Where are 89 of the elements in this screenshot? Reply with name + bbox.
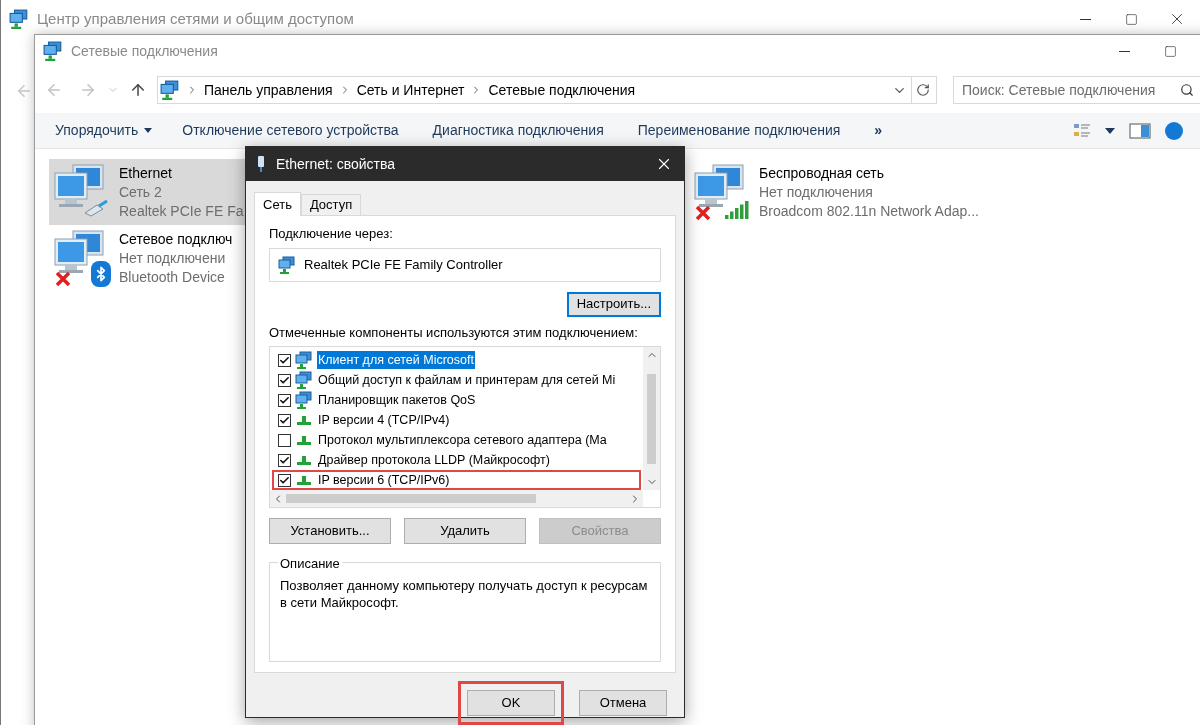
component-label[interactable]: Драйвер протокола LLDP (Майкрософт) — [317, 450, 551, 470]
tab[interactable]: Доступ — [300, 194, 362, 215]
component-label[interactable]: Планировщик пакетов QoS — [317, 390, 477, 410]
caret-icon[interactable] — [1105, 127, 1115, 134]
adapter-name: Realtek PCIe FE Fa — [119, 201, 244, 221]
connection-status: Нет подключения — [759, 182, 874, 202]
protocol-icon — [295, 414, 313, 426]
minimize-icon — [1118, 50, 1130, 52]
maximize-icon — [1163, 44, 1177, 58]
section-label: Подключение через: — [269, 225, 394, 243]
dialog-button[interactable]: OK — [467, 690, 555, 716]
back-icon[interactable] — [45, 81, 63, 99]
list-row[interactable]: Протокол мультиплексора сетевого адаптера (Ма — [272, 430, 641, 450]
bluetooth-icon — [91, 261, 111, 287]
list-row[interactable]: Драйвер протокола LLDP (Майкрософт) — [272, 450, 641, 470]
search-icon — [1180, 83, 1194, 97]
window-title: Центр управления сетями и общим доступом — [37, 8, 354, 29]
toolbar-button[interactable]: Диагностика подключения — [432, 120, 604, 141]
component-label[interactable]: Клиент для сетей Microsoft — [317, 350, 475, 370]
adapter-name: Realtek PCIe FE Family Controller — [304, 255, 503, 274]
list-row[interactable]: Планировщик пакетов QoS — [272, 390, 641, 410]
network-icon — [160, 80, 180, 100]
maximize-icon — [1124, 12, 1138, 26]
protocol-icon — [295, 474, 313, 486]
organize-menu[interactable]: Упорядочить — [55, 120, 153, 141]
toolbar-button[interactable]: Отключение сетевого устройства — [182, 120, 399, 141]
tab[interactable]: Сеть — [254, 192, 301, 216]
toolbar-button[interactable]: Переименование подключения — [637, 120, 841, 141]
connection-status: Нет подключени — [119, 248, 227, 268]
connection-item[interactable]: Беспроводная сеть Нет подключения Broadcom 802.11n Network Adap... — [689, 159, 989, 225]
dialog-button[interactable]: Отмена — [579, 690, 667, 716]
refresh-icon[interactable] — [916, 83, 930, 97]
network-icon — [278, 255, 296, 274]
adapter-name: Broadcom 802.11n Network Adap... — [759, 201, 979, 221]
search-input[interactable]: Поиск: Сетевые подключения — [962, 79, 1180, 101]
computers-icon — [693, 163, 747, 209]
computers-icon — [53, 163, 107, 209]
list-row[interactable]: Общий доступ к файлам и принтерам для сетей Mi — [272, 370, 641, 390]
view-options-icon[interactable] — [1073, 122, 1091, 139]
preview-pane-icon[interactable] — [1129, 122, 1151, 139]
ethernet-plug-icon — [256, 155, 266, 173]
list-row[interactable]: IP версии 4 (TCP/IPv4) — [272, 410, 641, 430]
up-icon[interactable] — [129, 81, 147, 99]
cable-icon — [83, 199, 109, 217]
component-label[interactable]: IP версии 6 (TCP/IPv6) — [317, 470, 451, 490]
description-text: Позволяет данному компьютеру получать доступ к ресурсам в сети Майкрософт. — [280, 577, 649, 611]
vertical-scrollbar[interactable] — [643, 347, 660, 490]
breadcrumb[interactable]: Панель управления — [204, 79, 333, 101]
component-label[interactable]: IP версии 4 (TCP/IPv4) — [317, 410, 451, 430]
connection-name: Сетевое подключ — [119, 229, 233, 249]
checkbox[interactable] — [278, 473, 291, 487]
breadcrumb[interactable]: Сеть и Интернет — [356, 79, 465, 101]
network-icon — [9, 9, 29, 29]
signal-bars-icon — [723, 199, 751, 219]
checkbox[interactable] — [278, 393, 291, 407]
forward-icon[interactable] — [79, 81, 97, 99]
search-field[interactable]: Поиск: Сетевые подключения — [953, 76, 1200, 104]
action-button[interactable]: Установить... — [269, 518, 391, 544]
checkbox[interactable] — [278, 413, 291, 427]
checkbox[interactable] — [278, 453, 291, 467]
horizontal-scrollbar[interactable] — [270, 490, 643, 507]
network-icon — [295, 371, 313, 389]
address-bar[interactable]: Панель управления Сеть и Интернет Сетевые подключения — [157, 76, 937, 104]
adapter-name: Bluetooth Device — [119, 267, 226, 287]
protocol-icon — [295, 454, 313, 466]
breadcrumb[interactable]: Сетевые подключения — [488, 79, 636, 101]
help-icon[interactable] — [1165, 121, 1183, 140]
section-label: Отмеченные компоненты используются этим подключением: — [269, 323, 639, 342]
checkbox[interactable] — [278, 373, 291, 387]
list-row[interactable]: IP версии 6 (TCP/IPv6) — [272, 470, 641, 490]
component-label[interactable]: Общий доступ к файлам и принтерам для сетей Mi — [317, 370, 617, 390]
action-button[interactable]: Удалить — [404, 518, 526, 544]
checkbox[interactable] — [278, 433, 291, 447]
network-icon — [43, 41, 63, 61]
configure-button[interactable]: Настроить... — [566, 291, 661, 317]
protocol-icon — [295, 434, 313, 446]
connection-name: Ethernet — [119, 163, 173, 183]
list-row[interactable]: Клиент для сетей Microsoft — [272, 350, 641, 370]
checkbox[interactable] — [278, 353, 291, 367]
connection-name: Беспроводная сеть — [759, 163, 886, 183]
window-title: Сетевые подключения — [71, 41, 218, 61]
more-button[interactable]: » — [874, 120, 883, 141]
network-icon — [295, 351, 313, 369]
connection-status: Сеть 2 — [119, 182, 163, 202]
computers-icon — [53, 229, 107, 275]
caret-icon — [144, 128, 153, 133]
minimize-icon — [1079, 18, 1091, 20]
component-label[interactable]: Протокол мультиплексора сетевого адаптера (Ма — [317, 430, 608, 450]
network-icon — [295, 391, 313, 409]
